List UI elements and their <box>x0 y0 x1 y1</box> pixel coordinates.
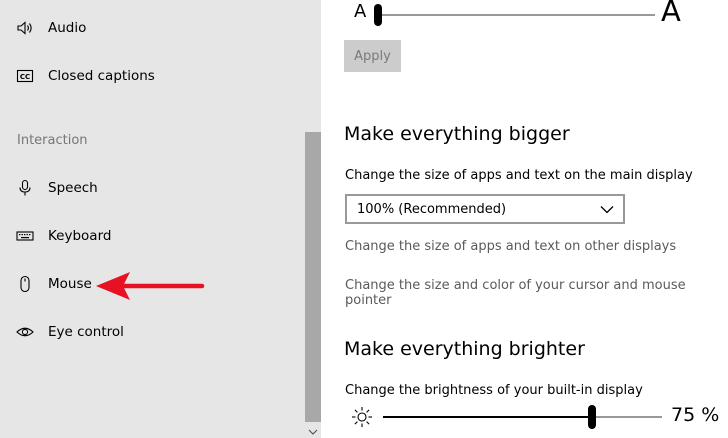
brightness-slider-row: 75 % <box>321 402 728 432</box>
text-size-small-label: A <box>354 1 367 22</box>
eye-icon <box>16 323 34 341</box>
brightness-slider-track[interactable] <box>592 416 662 418</box>
sidebar-item-audio[interactable]: Audio <box>0 6 300 50</box>
sidebar-item-label: Audio <box>48 20 87 36</box>
text-size-slider-thumb[interactable] <box>374 4 382 26</box>
scale-dropdown[interactable]: 100% (Recommended) <box>345 194 625 224</box>
keyboard-icon <box>16 227 34 245</box>
closed-captions-icon: CC <box>16 67 34 85</box>
sidebar-item-closed-captions[interactable]: CC Closed captions <box>0 54 300 98</box>
brightness-value: 75 % <box>671 404 720 426</box>
other-displays-link[interactable]: Change the size of apps and text on othe… <box>345 239 676 254</box>
scrollbar-thumb[interactable] <box>305 132 321 422</box>
brightness-slider-thumb[interactable] <box>588 405 597 429</box>
svg-text:CC: CC <box>20 73 30 81</box>
scale-dropdown-value: 100% (Recommended) <box>357 202 507 217</box>
red-annotation-arrow-icon <box>96 272 205 300</box>
sidebar-item-label: Mouse <box>48 276 92 292</box>
sidebar-item-eye-control[interactable]: Eye control <box>0 310 300 354</box>
cursor-size-link[interactable]: Change the size and color of your cursor… <box>345 278 728 308</box>
section-label-interaction: Interaction <box>17 133 88 148</box>
sun-icon <box>352 407 372 427</box>
scroll-down-arrow-icon[interactable] <box>307 426 319 438</box>
mouse-icon <box>16 275 34 293</box>
sidebar-item-label: Keyboard <box>48 228 112 244</box>
chevron-down-icon <box>600 206 614 214</box>
sidebar-item-keyboard[interactable]: Keyboard <box>0 214 300 258</box>
heading-make-everything-bigger: Make everything bigger <box>344 123 570 145</box>
sidebar-item-speech[interactable]: Speech <box>0 166 300 210</box>
ease-of-access-display-panel: A A Apply Make everything bigger Change … <box>321 0 728 438</box>
sidebar-item-label: Closed captions <box>48 68 155 84</box>
brightness-slider-fill[interactable] <box>383 416 593 418</box>
sidebar-scrollbar[interactable] <box>305 130 321 438</box>
apply-button[interactable]: Apply <box>344 40 401 72</box>
brightness-description: Change the brightness of your built-in d… <box>345 383 643 398</box>
text-size-slider-track[interactable] <box>375 14 655 16</box>
text-size-slider-row: A A <box>321 0 728 32</box>
speaker-icon <box>16 19 34 37</box>
settings-sidebar: Audio CC Closed captions Interaction Spe… <box>0 0 321 438</box>
sidebar-item-label: Eye control <box>48 324 124 340</box>
microphone-icon <box>16 179 34 197</box>
heading-make-everything-brighter: Make everything brighter <box>344 338 585 360</box>
scale-description: Change the size of apps and text on the … <box>345 168 693 183</box>
text-size-large-label: A <box>661 0 681 28</box>
sidebar-item-label: Speech <box>48 180 98 196</box>
